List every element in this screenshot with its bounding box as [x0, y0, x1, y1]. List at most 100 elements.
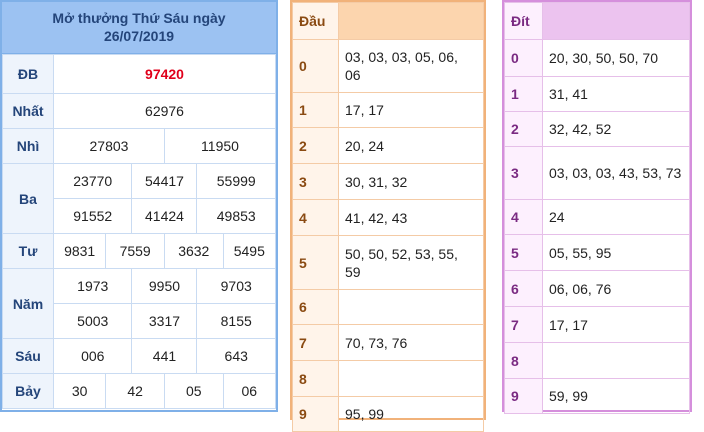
dit-row-7: 7 17, 17 [504, 306, 690, 343]
dau-key: 6 [292, 289, 339, 325]
dau-row-5: 5 50, 50, 52, 53, 55, 59 [292, 235, 484, 290]
dau-values: 95, 99 [338, 396, 484, 432]
prize-value: 1973 [52, 268, 133, 304]
dau-values: 03, 03, 03, 05, 06, 06 [338, 39, 484, 93]
dau-key: 0 [292, 39, 339, 93]
prize-value: 06 [222, 373, 277, 409]
prize-value: 97420 [53, 54, 276, 94]
dau-values [338, 289, 484, 325]
prize-value: 05 [163, 373, 224, 409]
dau-key: 3 [292, 163, 339, 200]
dau-key: 9 [292, 396, 339, 432]
dit-key: 6 [504, 270, 543, 307]
prize-label: Ba [2, 163, 54, 234]
dit-values: 17, 17 [542, 306, 690, 343]
dau-key: 2 [292, 127, 339, 164]
prize-value: 643 [196, 338, 276, 374]
prize-label: Sáu [2, 338, 54, 374]
dau-values [338, 360, 484, 397]
dau-key: 7 [292, 324, 339, 361]
prize-row-nhi: Nhì 27803 11950 [2, 128, 277, 164]
dau-values: 30, 31, 32 [338, 163, 484, 200]
dau-key: 5 [292, 235, 339, 290]
dit-table: Đít 0 20, 30, 50, 50, 70 1 31, 41 2 32, 42,… [502, 0, 692, 414]
prize-value: 441 [131, 338, 198, 374]
prize-row-nam: Năm 1973 9950 9703 [2, 268, 276, 339]
prize-value: 006 [52, 338, 133, 374]
results-title-date: 26/07/2019 [103, 28, 175, 44]
prize-value: 27803 [53, 128, 165, 164]
dau-key: 4 [292, 199, 339, 236]
prize-value: 9703 [196, 268, 276, 304]
dit-row-8: 8 [504, 342, 690, 379]
dau-values: 70, 73, 76 [338, 324, 484, 361]
prize-value: 42 [105, 373, 165, 409]
prize-value: 3632 [163, 233, 224, 269]
dit-values: 20, 30, 50, 50, 70 [542, 39, 690, 77]
dau-values: 17, 17 [338, 92, 484, 128]
dau-table: Đầu 0 03, 03, 03, 05, 06, 06 1 17, 17 2 20,… [290, 0, 486, 432]
prize-row-nhat: Nhất 62976 [2, 93, 276, 129]
dit-row-1: 1 31, 41 [504, 76, 690, 112]
dit-row-5: 5 05, 55, 95 [504, 234, 690, 271]
dit-values: 31, 41 [542, 76, 690, 112]
prize-label: Năm [2, 268, 54, 339]
prize-row-db: ĐB 97420 [2, 54, 276, 94]
dau-key: 8 [292, 360, 339, 397]
dit-key: 8 [504, 342, 543, 379]
dit-key: 3 [504, 146, 543, 200]
dau-row-0: 0 03, 03, 03, 05, 06, 06 [292, 39, 484, 93]
dit-key: 4 [504, 199, 543, 235]
dau-row-4: 4 41, 42, 43 [292, 199, 484, 236]
prize-row-ba: Ba 23770 54417 55999 [2, 163, 276, 234]
dau-row-1: 1 17, 17 [292, 92, 484, 128]
dau-key: 1 [292, 92, 339, 128]
dit-values: 03, 03, 03, 43, 53, 73 [542, 146, 690, 200]
dit-header-blank [542, 2, 690, 40]
prize-value: 5495 [222, 233, 277, 269]
prize-value: 11950 [163, 128, 277, 164]
dit-key: 0 [504, 39, 543, 77]
dit-row-9: 9 59, 99 [504, 378, 690, 414]
dit-row-6: 6 06, 06, 76 [504, 270, 690, 307]
dit-row-4: 4 24 [504, 199, 690, 235]
dit-values [542, 342, 690, 379]
dit-values: 59, 99 [542, 378, 690, 414]
dit-values: 05, 55, 95 [542, 234, 690, 271]
dit-row-3: 3 03, 03, 03, 43, 53, 73 [504, 146, 690, 200]
prize-value: 49853 [196, 198, 276, 234]
prize-value: 55999 [196, 163, 276, 199]
dit-values: 32, 42, 52 [542, 111, 690, 147]
dau-row-6: 6 [292, 289, 484, 325]
prize-value: 23770 [52, 163, 133, 199]
results-table: Mở thưởng Thứ Sáu ngày 26/07/2019 ĐB 974… [0, 0, 278, 412]
dau-values: 20, 24 [338, 127, 484, 164]
prize-value: 3317 [131, 303, 198, 339]
dau-row-9: 9 95, 99 [292, 396, 484, 432]
prize-value: 41424 [131, 198, 198, 234]
results-title: Mở thưởng Thứ Sáu ngày 26/07/2019 [2, 2, 276, 54]
dau-row-8: 8 [292, 360, 484, 397]
prize-value: 91552 [52, 198, 133, 234]
dit-key: 1 [504, 76, 543, 112]
dit-key: 2 [504, 111, 543, 147]
prize-label: ĐB [2, 54, 54, 94]
prize-label: Bảy [2, 373, 54, 409]
prize-row-sau: Sáu 006 441 643 [2, 338, 276, 374]
prize-value: 62976 [53, 93, 276, 129]
prize-value: 5003 [52, 303, 133, 339]
dau-values: 50, 50, 52, 53, 55, 59 [338, 235, 484, 290]
dit-row-0: 0 20, 30, 50, 50, 70 [504, 39, 690, 77]
prize-value: 7559 [105, 233, 165, 269]
dau-values: 41, 42, 43 [338, 199, 484, 236]
results-title-line1: Mở thưởng Thứ Sáu ngày [52, 10, 226, 26]
dit-values: 24 [542, 199, 690, 235]
dit-key: 7 [504, 306, 543, 343]
dau-row-2: 2 20, 24 [292, 127, 484, 164]
prize-value: 9950 [131, 268, 198, 304]
dau-header-row: Đầu [292, 2, 484, 40]
dau-row-3: 3 30, 31, 32 [292, 163, 484, 200]
dit-key: 9 [504, 378, 543, 414]
prize-label: Tư [2, 233, 54, 269]
dau-row-7: 7 70, 73, 76 [292, 324, 484, 361]
